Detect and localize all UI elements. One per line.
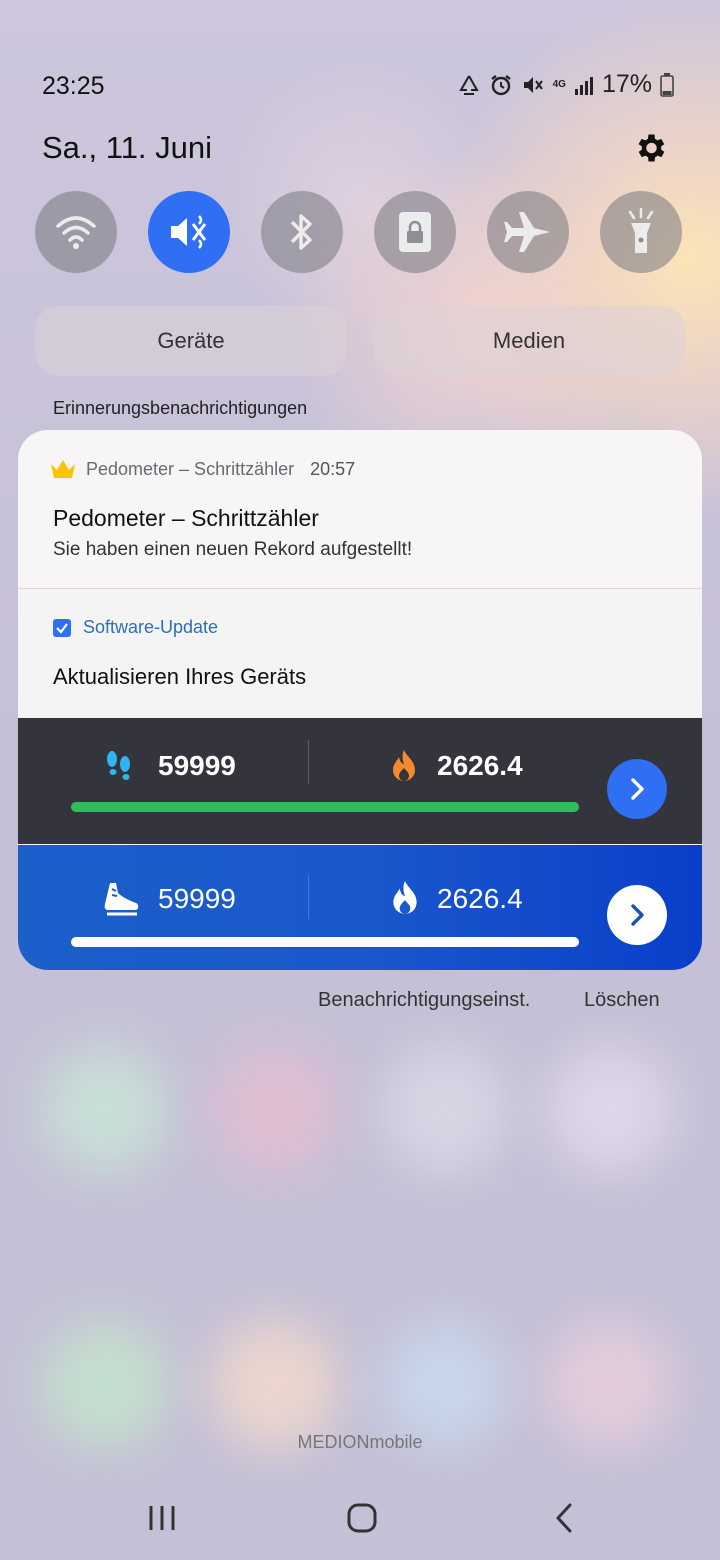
chevron-right-icon	[631, 904, 644, 926]
rotation-lock-toggle[interactable]	[374, 191, 456, 273]
flashlight-toggle[interactable]	[600, 191, 682, 273]
home-button[interactable]	[332, 1490, 392, 1546]
home-icon	[347, 1503, 377, 1533]
pedometer-widget-dark[interactable]: 59999 2626.4	[18, 718, 702, 844]
notification-text: Sie haben einen neuen Rekord aufgestellt…	[53, 539, 413, 560]
chevron-right-icon	[631, 778, 644, 800]
pedometer-notification[interactable]: Pedometer – Schrittzähler 20:57 Pedomete…	[18, 430, 702, 588]
calories-value: 2626.4	[437, 883, 523, 914]
bluetooth-icon	[290, 214, 312, 250]
app-name: Software-Update	[83, 617, 219, 637]
open-arrow-button[interactable]	[607, 885, 667, 945]
settings-gear-icon[interactable]	[632, 130, 668, 166]
recent-apps-icon	[149, 1506, 175, 1530]
flashlight-icon	[628, 207, 654, 253]
airplane-toggle[interactable]	[487, 191, 569, 273]
pedometer-widget-blue[interactable]: 59999 2626.4	[18, 845, 702, 970]
progress-track	[71, 937, 579, 947]
carrier-label: MEDIONmobile	[297, 1432, 423, 1452]
airplane-icon	[504, 212, 550, 252]
lock-rotation-icon	[399, 212, 431, 252]
battery-percent: 17%	[601, 70, 652, 98]
flame-icon	[393, 881, 417, 914]
progress-bar	[71, 937, 579, 947]
notification-settings-button[interactable]: Benachrichtigungseinst.	[318, 989, 530, 1012]
steps-value: 59999	[158, 750, 236, 781]
vibrate-mute-icon	[523, 76, 543, 93]
notification-title: Pedometer – Schrittzähler	[53, 505, 319, 531]
status-icons: 4G 17%	[457, 70, 674, 99]
divider	[308, 740, 309, 784]
progress-bar	[71, 802, 579, 812]
flame-icon	[393, 750, 415, 781]
mute-icon	[171, 215, 207, 249]
wifi-icon	[56, 216, 96, 249]
clear-button[interactable]: Löschen	[584, 989, 660, 1012]
steps-value: 59999	[158, 883, 236, 914]
back-icon	[556, 1503, 572, 1533]
footsteps-icon	[107, 751, 130, 780]
sound-toggle[interactable]	[148, 191, 230, 273]
date-label: Sa., 11. Juni	[42, 130, 213, 165]
software-update-notification[interactable]: Software-Update Aktualisieren Ihres Gerä…	[18, 589, 702, 718]
media-button[interactable]: Medien	[373, 306, 685, 376]
notification-card: Pedometer – Schrittzähler 20:57 Pedomete…	[18, 430, 702, 970]
sneaker-icon	[104, 883, 139, 916]
network-type: 4G	[552, 78, 566, 90]
checkbox-icon	[53, 618, 71, 637]
recycle-icon	[458, 75, 479, 95]
bluetooth-toggle[interactable]	[261, 191, 343, 273]
signal-icon	[574, 76, 593, 95]
open-arrow-button[interactable]	[607, 759, 667, 819]
notification-title: Aktualisieren Ihres Geräts	[53, 664, 307, 689]
crown-icon	[51, 460, 75, 478]
progress-track	[71, 802, 579, 812]
divider	[308, 875, 309, 919]
section-label: Erinnerungsbenachrichtigungen	[53, 398, 308, 418]
calories-value: 2626.4	[437, 750, 523, 781]
status-time: 23:25	[42, 72, 105, 100]
alarm-icon	[490, 74, 511, 95]
app-name: Pedometer – Schrittzähler	[86, 458, 295, 479]
recent-apps-button[interactable]	[132, 1490, 192, 1546]
battery-icon	[660, 72, 674, 97]
devices-button[interactable]: Geräte	[35, 306, 347, 376]
back-button[interactable]	[534, 1490, 594, 1546]
wifi-toggle[interactable]	[35, 191, 117, 273]
notification-time: 20:57	[310, 458, 356, 479]
